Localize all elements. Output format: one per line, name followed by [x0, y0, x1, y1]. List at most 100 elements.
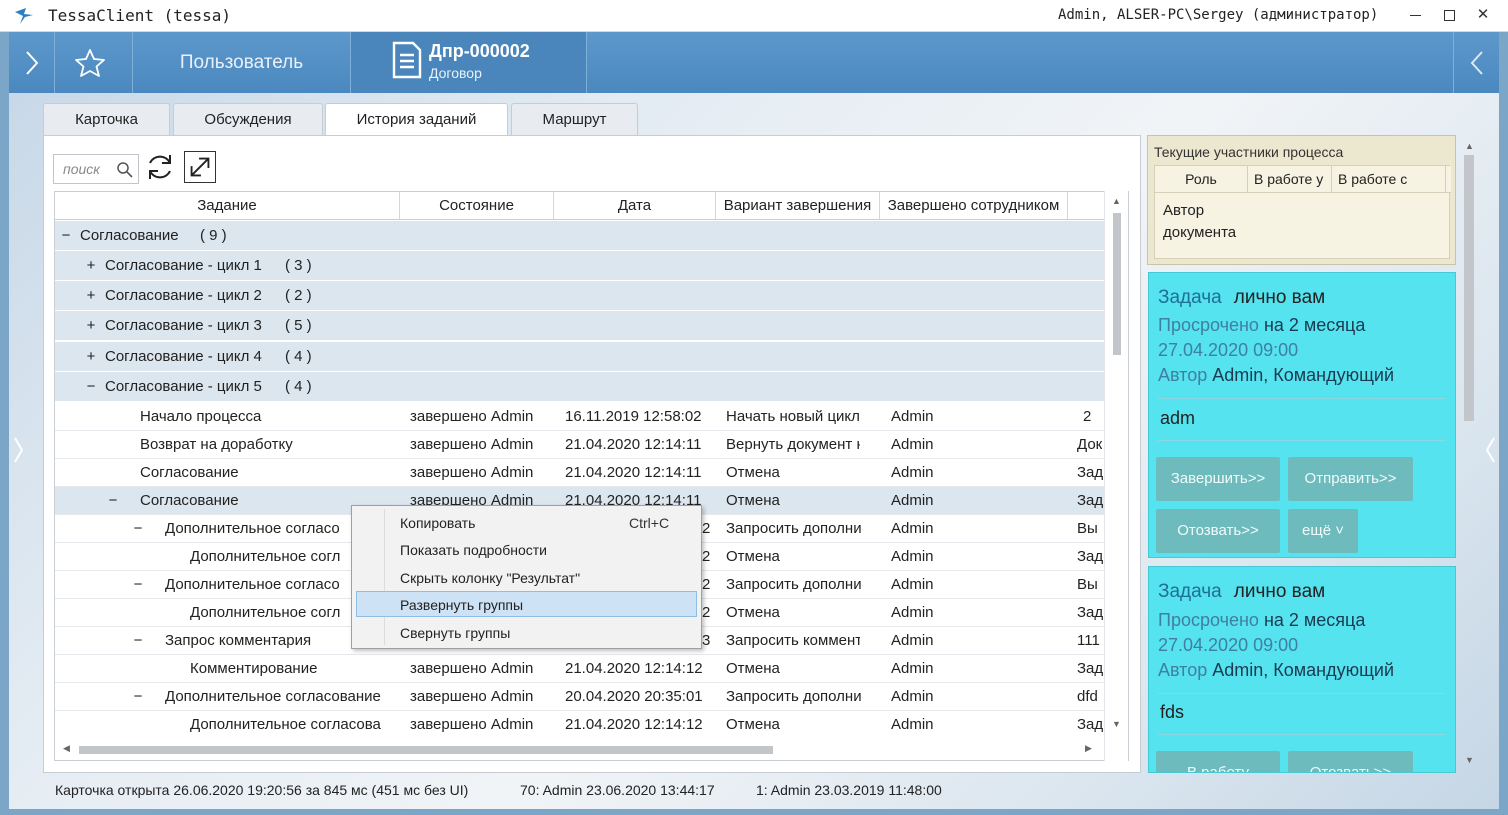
scroll-down-icon[interactable]: ▼	[1465, 755, 1474, 765]
table-row[interactable]: − Дополнительное согласование завершено …	[55, 683, 1105, 711]
tab-route[interactable]: Маршрут	[511, 103, 638, 135]
tab-discussions[interactable]: Обсуждения	[173, 103, 323, 135]
search-input[interactable]: поиск	[53, 154, 139, 184]
overdue-value: на 2 месяца	[1263, 315, 1366, 335]
revoke-button[interactable]: Отозвать>>	[1156, 509, 1280, 553]
left-edge-chevron-icon[interactable]	[12, 430, 24, 470]
tab-document[interactable]: Дпр-000002 Договор	[351, 32, 587, 93]
cell-state: завершено Admin	[410, 716, 534, 733]
tab-card[interactable]: Карточка	[43, 103, 170, 135]
cell-date: 21.04.2020 12:14:11	[565, 464, 702, 481]
minimize-button[interactable]	[1398, 0, 1432, 32]
menu-item-label: Скрыть колонку "Результат"	[400, 570, 581, 586]
group-row[interactable]: + Согласование - цикл 2 ( 2 )	[55, 281, 1105, 311]
menu-item-expand-groups[interactable]: Развернуть группы	[356, 591, 697, 617]
window-title: TessaClient (tessa)	[48, 6, 232, 25]
expand-toggle[interactable]: +	[84, 251, 98, 281]
horizontal-scroll-thumb[interactable]	[79, 746, 773, 754]
refresh-icon[interactable]	[144, 151, 176, 183]
group-row[interactable]: + Согласование - цикл 4 ( 4 )	[55, 342, 1105, 372]
column-header-state[interactable]: Состояние	[400, 192, 554, 219]
group-row[interactable]: + Согласование - цикл 1 ( 3 )	[55, 251, 1105, 281]
menu-item-collapse-groups[interactable]: Свернуть группы	[356, 620, 697, 646]
collapse-toggle[interactable]: −	[131, 515, 145, 543]
right-panel-scrollbar[interactable]: ▲ ▼	[1461, 135, 1477, 773]
cell-completed-by: Admin	[891, 492, 934, 509]
open-right-panel-button[interactable]	[1453, 32, 1499, 93]
table-row[interactable]: Начало процесса завершено Admin 16.11.20…	[55, 403, 1105, 431]
take-in-work-button[interactable]: В работу	[1156, 751, 1280, 772]
cell-completed-by: Admin	[891, 716, 934, 733]
menu-item-hide-result-column[interactable]: Скрыть колонку "Результат"	[356, 565, 697, 591]
group-count: ( 4 )	[285, 348, 312, 365]
revoke-button[interactable]: Отозвать>>	[1288, 751, 1413, 772]
close-button[interactable]: ✕	[1466, 0, 1500, 32]
fullscreen-icon[interactable]	[184, 151, 216, 183]
group-row[interactable]: − Согласование - цикл 5 ( 4 )	[55, 372, 1105, 402]
scroll-right-icon[interactable]: ▶	[1085, 743, 1092, 754]
cell-state: завершено Admin	[410, 408, 534, 425]
group-row[interactable]: + Согласование - цикл 3 ( 5 )	[55, 311, 1105, 341]
column-header-completed-by[interactable]: Завершено сотрудником	[880, 192, 1068, 219]
collapse-toggle[interactable]: −	[131, 683, 145, 711]
expand-toggle[interactable]: +	[84, 311, 98, 341]
maximize-button[interactable]	[1432, 0, 1466, 32]
cell-completed-by: Admin	[891, 688, 934, 705]
menu-item-show-details[interactable]: Показать подробности	[356, 537, 697, 563]
task-divider	[1158, 398, 1446, 399]
maximize-icon	[1443, 9, 1455, 21]
favorites-button[interactable]	[55, 32, 133, 93]
task-title: Задача лично вам	[1158, 287, 1325, 309]
collapse-toggle[interactable]: −	[131, 571, 145, 599]
scroll-left-icon[interactable]: ◀	[63, 743, 70, 754]
cell-result: dfd	[1077, 688, 1098, 705]
cell-completed-by: Admin	[891, 520, 934, 537]
collapse-toggle[interactable]: −	[84, 372, 98, 402]
table-row[interactable]: Согласование завершено Admin 21.04.2020 …	[55, 459, 1105, 487]
right-edge-chevron-icon[interactable]	[1484, 430, 1496, 470]
tab-user[interactable]: Пользователь	[133, 32, 351, 93]
complete-button[interactable]: Завершить>>	[1156, 457, 1280, 501]
group-row[interactable]: − Согласование ( 9 )	[55, 221, 1105, 251]
group-label: Согласование - цикл 1	[105, 257, 262, 274]
cell-task: Дополнительное согласование	[165, 688, 381, 705]
table-row[interactable]: Комментирование завершено Admin 21.04.20…	[55, 655, 1105, 683]
open-left-panel-button[interactable]	[9, 32, 55, 93]
window-titlebar: TessaClient (tessa) Admin, ALSER-PC\Serg…	[0, 0, 1508, 32]
column-header-in-work-by[interactable]: В работе у	[1248, 166, 1332, 193]
expand-toggle[interactable]: +	[84, 281, 98, 311]
grid-header: Задание Состояние Дата Вариант завершени…	[55, 192, 1105, 220]
table-row[interactable]: Возврат на доработку завершено Admin 21.…	[55, 431, 1105, 459]
expand-toggle[interactable]: +	[84, 342, 98, 372]
group-count: ( 3 )	[285, 257, 312, 274]
cell-task: Комментирование	[190, 660, 318, 677]
send-button[interactable]: Отправить>>	[1288, 457, 1413, 501]
column-header-in-work-since[interactable]: В работе с	[1332, 166, 1446, 193]
participant-role[interactable]: Автор документа	[1163, 200, 1263, 244]
group-label: Согласование - цикл 5	[105, 378, 262, 395]
document-type: Договор	[429, 65, 482, 81]
grid-vertical-scrollbar[interactable]: ▲ ▼	[1104, 191, 1128, 761]
table-row[interactable]: Дополнительное согласова завершено Admin…	[55, 711, 1105, 739]
collapse-toggle[interactable]: −	[59, 221, 73, 251]
grid-horizontal-scrollbar[interactable]: ◀ ▶	[55, 738, 1104, 760]
task-date: 27.04.2020 09:00	[1158, 340, 1299, 360]
cell-result: Зад	[1077, 548, 1104, 565]
column-header-role[interactable]: Роль	[1155, 166, 1248, 193]
collapse-toggle[interactable]: −	[131, 627, 145, 655]
more-button[interactable]: ещё ˅	[1288, 509, 1358, 553]
column-header-option[interactable]: Вариант завершения	[716, 192, 880, 219]
vertical-scroll-thumb[interactable]	[1113, 213, 1121, 355]
group-count: ( 5 )	[285, 317, 312, 334]
right-scroll-thumb[interactable]	[1464, 155, 1474, 421]
cell-state: завершено Admin	[410, 436, 534, 453]
scroll-up-icon[interactable]: ▲	[1112, 196, 1121, 206]
scroll-up-icon[interactable]: ▲	[1465, 141, 1474, 151]
column-header-task[interactable]: Задание	[55, 192, 400, 219]
scroll-down-icon[interactable]: ▼	[1112, 719, 1121, 729]
column-header-date[interactable]: Дата	[554, 192, 716, 219]
tab-task-history[interactable]: История заданий	[325, 103, 508, 136]
menu-item-copy[interactable]: Копировать Ctrl+C	[356, 510, 697, 536]
collapse-toggle[interactable]: −	[106, 487, 120, 515]
task-divider	[1158, 693, 1446, 694]
